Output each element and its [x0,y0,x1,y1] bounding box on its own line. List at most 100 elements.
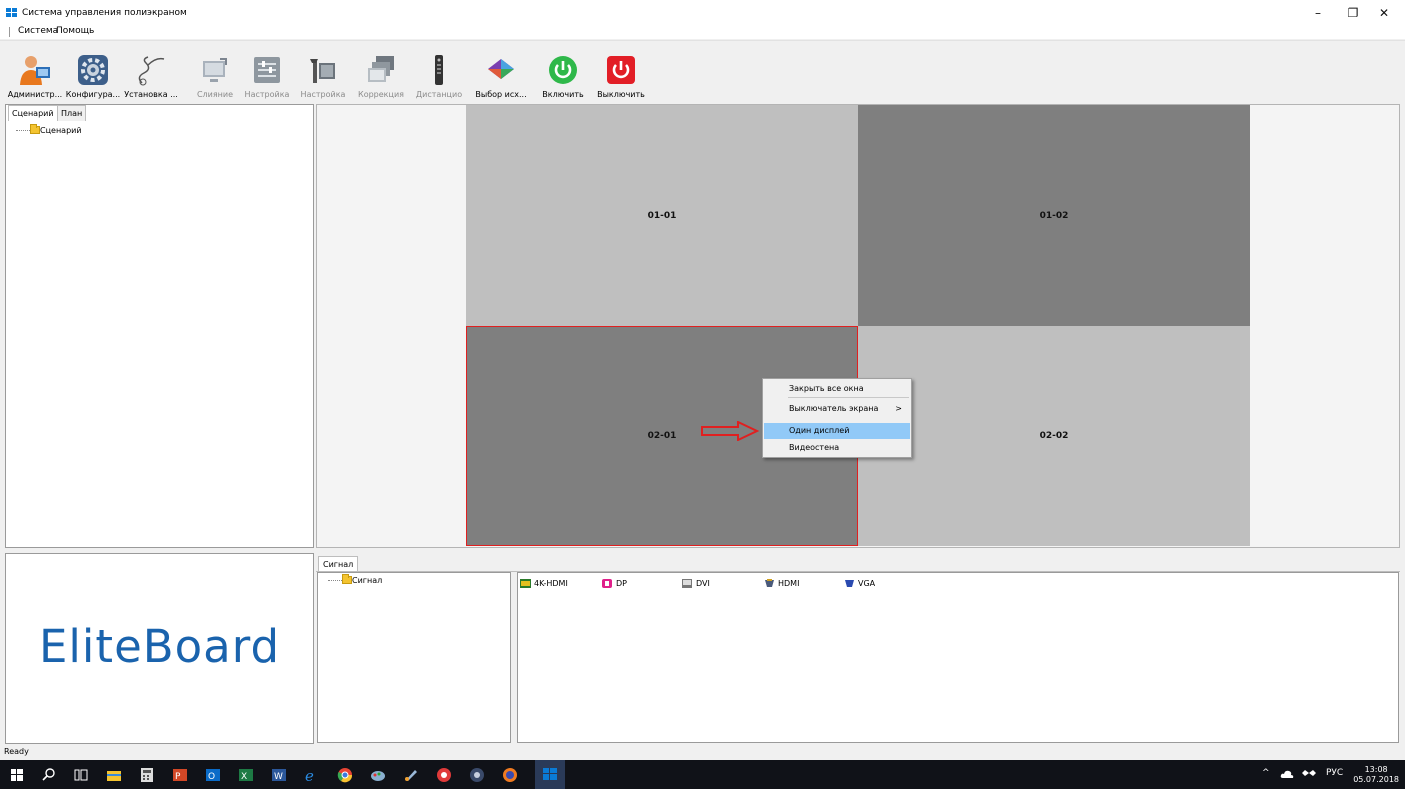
tray-show-hidden-icon[interactable]: ^ [1262,768,1270,778]
excel-icon[interactable]: X [238,767,254,783]
red-app-icon[interactable] [436,767,452,783]
toolbar-power-on-button[interactable]: Включить [534,53,592,103]
tree-connector [328,580,342,581]
display-cell-label: 01-02 [1039,210,1069,221]
firefox-browser-icon[interactable] [502,767,518,783]
minimize-button[interactable]: – [1300,4,1336,22]
menu-bar: Система Помощь [0,24,1405,39]
context-menu: Закрыть все окна Выключатель экрана > Оди… [762,378,912,458]
chrome-browser-icon[interactable] [337,767,353,783]
signal-source-list: 4K-HDMI DP DVI HDMI VGA [517,572,1399,743]
menu-help[interactable]: Помощь [56,26,94,36]
word-icon[interactable]: W [271,767,287,783]
toolbar-config-button[interactable]: Конфигура... [64,53,122,103]
polyscreen-app-taskbar-icon[interactable] [535,760,565,789]
install-cable-icon [134,53,168,87]
status-text: Ready [4,747,29,756]
menu-video-wall[interactable]: Видеостена [764,440,910,456]
toolbar: Администр... Конфигура... Установка ... … [0,40,1405,102]
svg-text:P: P [175,772,181,782]
folder-icon [342,574,352,584]
task-view-icon[interactable] [73,767,89,783]
windows-app-icon [6,8,18,18]
toolbar-admin-label: Администр... [7,90,63,99]
admin-user-icon [18,53,52,87]
logo-pane: EliteBoard [5,553,314,744]
source-vga[interactable]: VGA [844,579,875,589]
input-language-indicator[interactable]: РУС [1326,768,1343,778]
onedrive-cloud-icon[interactable] [1280,768,1294,780]
display-cell-01-02[interactable]: 01-02 [858,105,1250,326]
toolbar-settings-tools-label: Настройка [300,90,346,99]
tab-plan[interactable]: План [57,105,87,121]
file-explorer-icon[interactable] [106,767,122,783]
dropbox-icon[interactable] [1302,768,1316,780]
clock-time: 13:08 [1364,765,1388,774]
edge-browser-icon[interactable]: e [304,767,320,783]
toolbar-power-off-button[interactable]: Выключить [592,53,650,103]
search-icon[interactable] [41,767,57,783]
menu-single-display[interactable]: Один дисплей [764,423,910,439]
signal-tree: Сигнал [317,572,511,743]
source-select-icon [484,53,518,87]
display-cell-label: 01-01 [647,210,677,221]
eliteboard-logo: EliteBoard [38,620,281,673]
toolbar-remote-label: Дистанцио [415,90,463,99]
tree-node-signal[interactable]: Сигнал [328,574,383,589]
toolbar-correction-button[interactable]: Коррекция [352,53,410,103]
clock-date: 05.07.2018 [1353,775,1399,784]
source-dvi[interactable]: DVI [682,579,710,589]
source-dp[interactable]: DP [602,579,627,589]
windows-start-icon[interactable] [9,767,25,783]
toolbar-install-button[interactable]: Установка ... [122,53,180,103]
steam-app-icon[interactable] [469,767,485,783]
menu-separator [788,397,909,398]
tree-node-label: Сигнал [352,576,383,585]
toolbar-install-label: Установка ... [124,90,178,99]
display-cell-01-01[interactable]: 01-01 [466,105,858,326]
display-cell-02-02[interactable]: 02-02 [858,326,1250,546]
paint-app-icon[interactable] [370,767,386,783]
annotation-arrow-icon [701,421,760,441]
source-label: DP [616,579,627,588]
toolbar-settings-tools-button[interactable]: Настройка [294,53,352,103]
status-bar: Ready [0,745,1405,760]
merge-monitor-icon [198,53,232,87]
tab-signal[interactable]: Сигнал [318,556,359,572]
menu-item-label: Выключатель экрана [789,404,879,413]
svg-text:W: W [274,772,283,782]
source-4k-hdmi[interactable]: 4K-HDMI [520,579,568,589]
vga-icon [845,580,854,587]
source-hdmi[interactable]: HDMI [764,579,799,589]
svg-text:e: e [305,767,314,783]
tree-node-scenario[interactable]: Сценарий [16,124,82,139]
menu-system[interactable]: Система [18,26,58,36]
menu-grip [9,27,10,37]
tab-scenario[interactable]: Сценарий [8,105,58,121]
close-button[interactable]: ✕ [1366,4,1402,22]
title-bar: Система управления полиэкраном – ❐ ✕ [0,0,1405,24]
video-wall-canvas: 01-01 01-02 02-01 02-02 [316,104,1400,548]
toolbar-merge-label: Слияние [196,90,234,99]
powerpoint-icon[interactable]: P [172,767,188,783]
menu-screen-switch[interactable]: Выключатель экрана > [764,401,910,417]
toolbar-remote-button[interactable]: Дистанцио [410,53,468,103]
toolbar-source-select-label: Выбор исх... [475,90,527,99]
scenario-pane: Сценарий План Сценарий [5,104,314,548]
window-title: Система управления полиэкраном [22,8,187,18]
toolbar-admin-button[interactable]: Администр... [6,53,64,103]
windows-taskbar: P O X W e ^ РУС 13:08 05.07.2018 [0,760,1405,789]
toolbar-settings-button[interactable]: Настройка [238,53,296,103]
toolbar-merge-button[interactable]: Слияние [186,53,244,103]
app-window: Система управления полиэкраном – ❐ ✕ Сис… [0,0,1405,760]
calculator-icon[interactable] [139,767,155,783]
paint-3d-icon[interactable] [403,767,419,783]
taskbar-clock[interactable]: 13:08 05.07.2018 [1353,765,1399,785]
display-cell-label: 02-02 [1039,431,1069,441]
outlook-icon[interactable]: O [205,767,221,783]
menu-close-all-windows[interactable]: Закрыть все окна [764,381,910,397]
source-label: DVI [696,579,710,588]
dp-icon [602,579,612,588]
toolbar-source-select-button[interactable]: Выбор исх... [472,53,530,103]
svg-text:X: X [241,772,247,782]
